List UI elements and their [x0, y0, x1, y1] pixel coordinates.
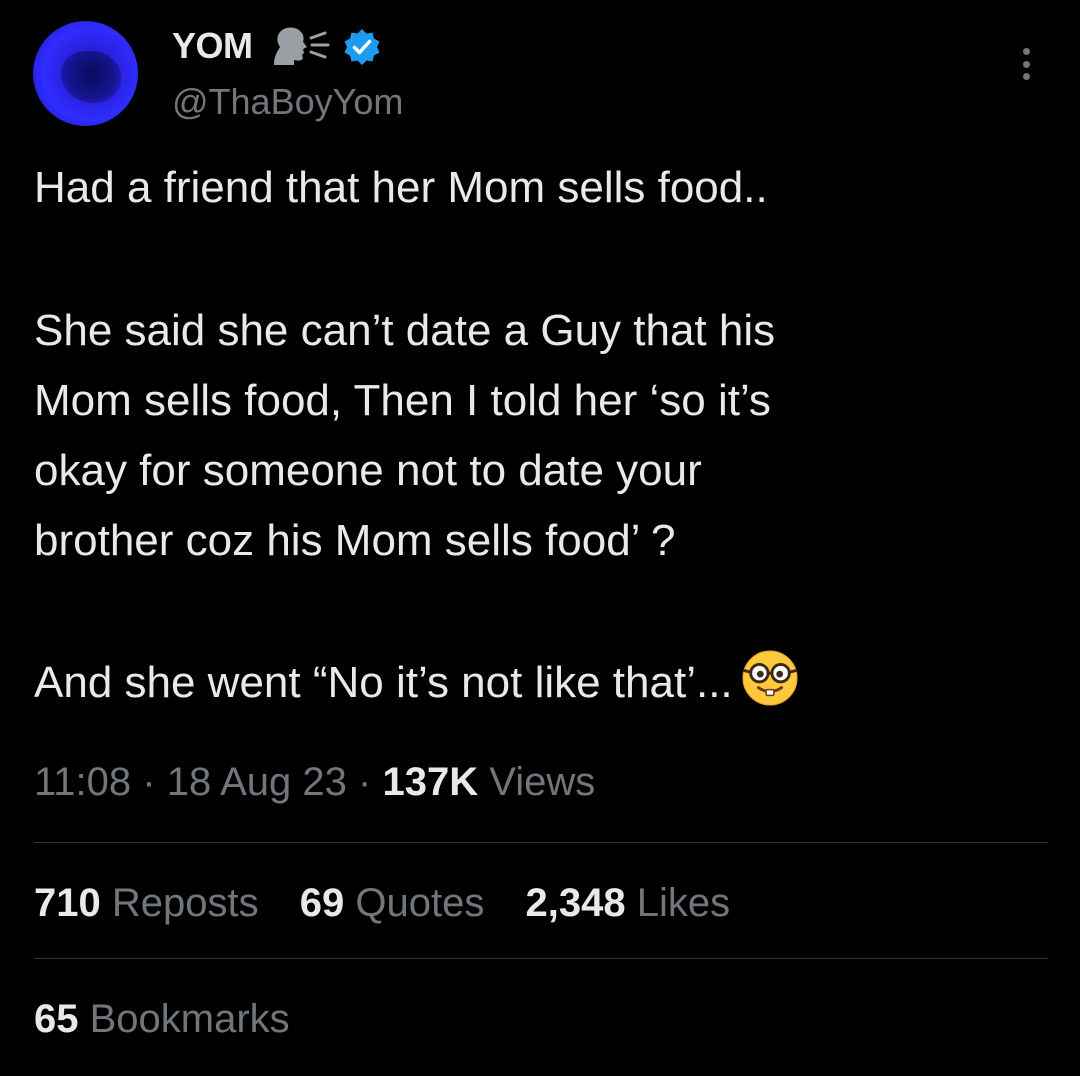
- reposts-count: 710: [34, 881, 101, 925]
- reposts-stat[interactable]: 710 Reposts: [34, 880, 259, 926]
- tweet-text-paragraph2: She said she can’t date a Guy that his M…: [34, 306, 776, 565]
- display-name[interactable]: YOM: [172, 26, 253, 66]
- more-options-icon[interactable]: [1010, 44, 1042, 84]
- avatar-image: [61, 51, 121, 103]
- tweet-time[interactable]: 11:08: [34, 760, 131, 804]
- engagement-stats: 710 Reposts 69 Quotes 2,348 Likes: [34, 880, 760, 926]
- avatar[interactable]: [33, 21, 138, 126]
- user-handle[interactable]: @ThaBoyYom: [172, 82, 403, 122]
- meta-separator: ·: [142, 760, 156, 804]
- verified-badge-icon: [344, 29, 380, 65]
- likes-count: 2,348: [525, 881, 626, 925]
- more-dot: [1022, 73, 1030, 80]
- quotes-label: Quotes: [355, 881, 485, 925]
- views-count: 137K: [382, 760, 479, 804]
- tweet-meta: 11:08 · 18 Aug 23 · 137K Views: [34, 760, 595, 804]
- reposts-label: Reposts: [111, 881, 259, 925]
- tweet-text-paragraph3: And she went “No it’s not like that’...: [34, 648, 1044, 718]
- quotes-count: 69: [299, 881, 345, 925]
- more-dot: [1022, 60, 1030, 68]
- tweet-text-paragraph3-text: And she went “No it’s not like that’...: [34, 658, 733, 707]
- more-dot: [1022, 48, 1030, 55]
- likes-label: Likes: [636, 881, 731, 925]
- bookmarks-label: Bookmarks: [89, 997, 290, 1041]
- quotes-stat[interactable]: 69 Quotes: [300, 880, 485, 926]
- meta-separator: ·: [358, 760, 372, 804]
- tweet-date[interactable]: 18 Aug 23: [167, 760, 347, 804]
- tweet: YOM @ThaBoyYom Had a friend that her Mom…: [0, 0, 1080, 1076]
- views-label: Views: [489, 760, 596, 804]
- tweet-text-line1: Had a friend that her Mom sells food..: [34, 163, 768, 212]
- nerd-face-icon: [742, 650, 798, 706]
- bookmarks-count: 65: [34, 997, 79, 1041]
- speaking-head-icon: [274, 27, 330, 65]
- divider: [34, 958, 1048, 959]
- divider: [34, 842, 1048, 843]
- bookmarks-stat[interactable]: 65 Bookmarks: [34, 996, 290, 1042]
- likes-stat[interactable]: 2,348 Likes: [525, 880, 730, 926]
